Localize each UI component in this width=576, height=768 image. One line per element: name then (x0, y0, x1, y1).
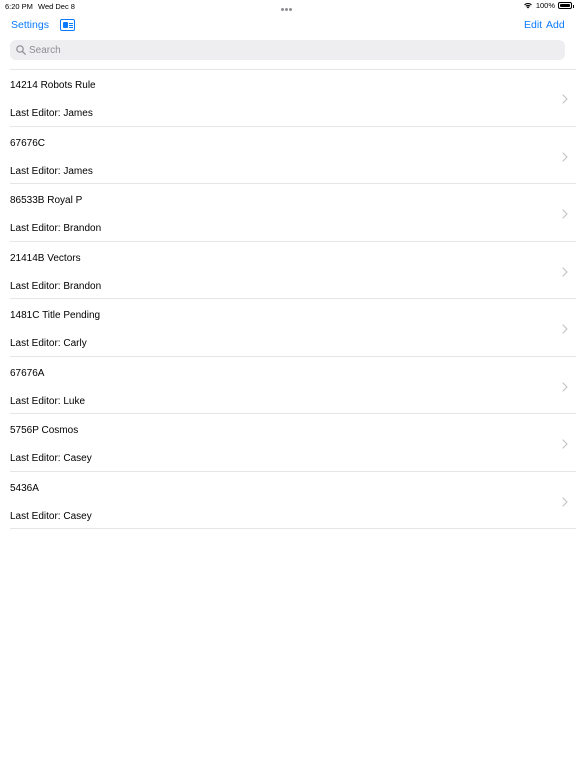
list-item[interactable]: 1481C Title Pending Last Editor: Carly (10, 299, 576, 357)
chevron-right-icon (562, 436, 568, 454)
list-item[interactable]: 86533B Royal P Last Editor: Brandon (10, 184, 576, 242)
list-item[interactable]: 5436A Last Editor: Casey (10, 472, 576, 529)
list-item-subtitle: Last Editor: Casey (10, 453, 92, 464)
chevron-right-icon (562, 206, 568, 224)
list-item-subtitle: Last Editor: Brandon (10, 223, 102, 234)
search-bar[interactable] (10, 40, 565, 60)
list-item-title: 5436A (10, 482, 39, 494)
list-item[interactable]: 67676A Last Editor: Luke (10, 357, 576, 414)
list-item-subtitle: Last Editor: James (10, 108, 93, 119)
search-input[interactable] (29, 44, 549, 56)
status-date: Wed Dec 8 (38, 2, 75, 11)
status-bar: 6:20 PM Wed Dec 8 100% (0, 0, 576, 12)
battery-icon (558, 2, 574, 9)
list-item[interactable]: 14214 Robots Rule Last Editor: James (10, 69, 576, 127)
chevron-right-icon (562, 494, 568, 512)
chevron-right-icon (562, 91, 568, 109)
list-item[interactable]: 5756P Cosmos Last Editor: Casey (10, 414, 576, 472)
chevron-right-icon (562, 321, 568, 339)
magnifier-icon (16, 45, 29, 55)
list-item-title: 86533B Royal P (10, 195, 83, 206)
list-item-subtitle: Last Editor: Carly (10, 338, 87, 349)
list-item-title: 1481C Title Pending (10, 310, 101, 321)
edit-button[interactable]: Edit (524, 19, 542, 31)
list-item[interactable]: 67676C Last Editor: James (10, 127, 576, 184)
add-button[interactable]: Add (546, 19, 565, 31)
sidebar-toggle-icon[interactable] (60, 19, 75, 31)
list-item-subtitle: Last Editor: James (10, 165, 93, 177)
chevron-right-icon (562, 379, 568, 397)
settings-button[interactable]: Settings (11, 19, 49, 31)
wifi-icon (523, 2, 533, 9)
list-item-title: 67676A (10, 367, 45, 379)
chevron-right-icon (562, 149, 568, 167)
status-right: 100% (523, 1, 574, 10)
chevron-right-icon (562, 264, 568, 282)
list-item-subtitle: Last Editor: Luke (10, 395, 86, 407)
list-item-title: 67676C (10, 137, 46, 149)
battery-percent: 100% (535, 1, 555, 10)
navigation-bar: Settings Edit Add (0, 15, 576, 37)
list-item-subtitle: Last Editor: Brandon (10, 280, 102, 292)
multitasking-dots-icon[interactable] (281, 4, 293, 13)
list-item-title: 5756P Cosmos (10, 425, 79, 436)
list-item-title: 14214 Robots Rule (10, 80, 96, 91)
item-list: 14214 Robots Rule Last Editor: James 676… (0, 69, 576, 529)
list-item[interactable]: 21414B Vectors Last Editor: Brandon (10, 242, 576, 299)
list-item-subtitle: Last Editor: Casey (10, 510, 92, 522)
list-item-title: 21414B Vectors (10, 252, 81, 264)
status-time: 6:20 PM (5, 2, 33, 11)
